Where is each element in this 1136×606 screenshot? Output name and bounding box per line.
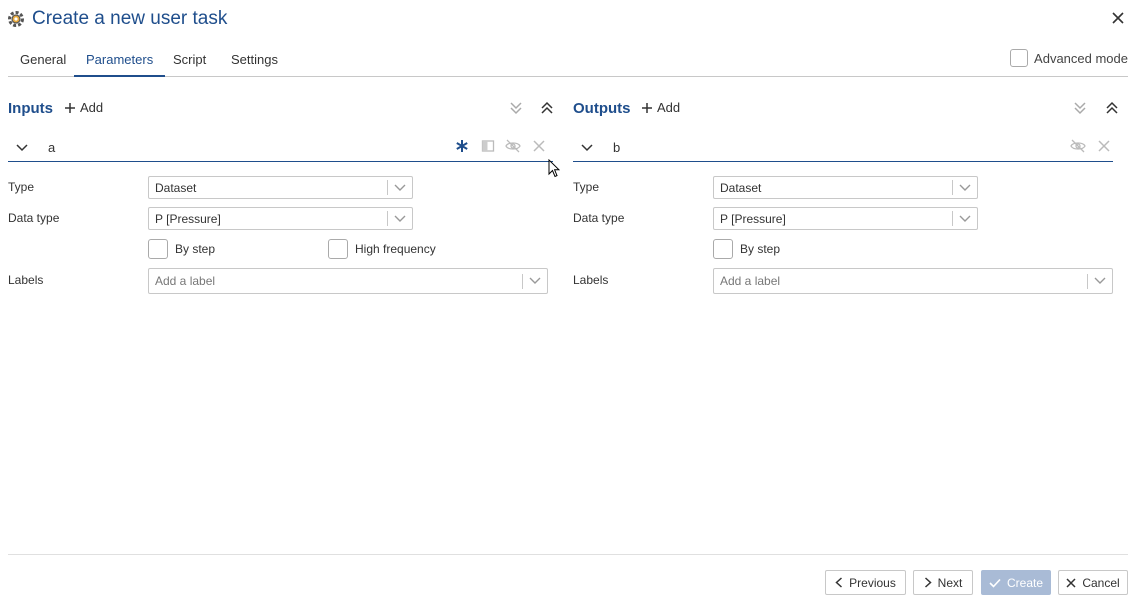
eye-slash-icon[interactable] <box>503 136 523 156</box>
advanced-mode-checkbox[interactable] <box>1010 49 1029 67</box>
output-datatype-label: Data type <box>573 211 625 225</box>
chevron-right-icon <box>924 577 932 588</box>
chevron-down-icon <box>953 184 977 192</box>
footer-divider <box>8 554 1128 555</box>
close-icon <box>1066 577 1076 588</box>
output-labels-label: Labels <box>573 273 609 287</box>
chevron-down-icon <box>388 215 412 223</box>
input-datatype-select[interactable]: P [Pressure] <box>148 207 413 230</box>
next-button[interactable]: Next <box>913 570 973 595</box>
next-label: Next <box>937 575 963 590</box>
chevron-down-icon <box>16 144 28 152</box>
double-chevron-down-icon <box>510 102 522 115</box>
output-param-header[interactable]: b <box>573 135 1113 162</box>
tab-parameters[interactable]: Parameters <box>74 48 166 77</box>
input-high-frequency-checkbox[interactable]: High frequency <box>328 239 436 259</box>
input-by-step-checkbox[interactable]: By step <box>148 239 215 259</box>
mouse-cursor-icon <box>548 158 561 181</box>
outputs-title: Outputs <box>573 100 631 117</box>
add-output-label: Add <box>657 100 681 115</box>
task-gear-icon <box>7 10 25 28</box>
create-button[interactable]: Create <box>981 570 1051 595</box>
double-chevron-up-icon <box>1106 101 1118 114</box>
input-labels-select[interactable]: Add a label <box>148 268 548 294</box>
expand-all-inputs-button[interactable] <box>506 98 526 118</box>
add-input-button[interactable]: Add <box>64 100 103 115</box>
chevron-down-icon <box>953 215 977 223</box>
chevron-down-icon <box>523 277 547 285</box>
input-datatype-value: P [Pressure] <box>155 211 221 226</box>
inputs-title: Inputs <box>8 100 53 117</box>
output-labels-select[interactable]: Add a label <box>713 268 1113 294</box>
advanced-mode-toggle[interactable]: Advanced mode <box>1010 49 1128 67</box>
collapse-all-outputs-button[interactable] <box>1102 98 1122 118</box>
input-type-select[interactable]: Dataset <box>148 176 413 199</box>
previous-button[interactable]: Previous <box>825 570 906 595</box>
input-type-value: Dataset <box>155 180 197 195</box>
double-chevron-down-icon <box>1074 102 1086 115</box>
required-asterisk-icon[interactable] <box>452 136 472 156</box>
close-dialog-button[interactable] <box>1108 8 1128 28</box>
tab-general[interactable]: General <box>20 48 66 75</box>
collapse-param-button[interactable] <box>12 137 32 157</box>
input-labels-label: Labels <box>8 273 44 287</box>
double-chevron-up-icon <box>541 101 553 114</box>
plus-icon <box>642 102 652 113</box>
input-type-label: Type <box>8 180 35 194</box>
output-by-step-label: By step <box>740 242 781 256</box>
input-param-name[interactable]: a <box>48 140 55 155</box>
collapse-param-button[interactable] <box>577 137 597 157</box>
cancel-button[interactable]: Cancel <box>1058 570 1128 595</box>
chevron-down-icon <box>1088 277 1112 285</box>
chevron-down-icon <box>388 184 412 192</box>
collapse-all-inputs-button[interactable] <box>537 98 557 118</box>
chevron-left-icon <box>835 577 843 588</box>
output-by-step-checkbox[interactable]: By step <box>713 239 780 259</box>
panel-toggle-icon[interactable] <box>478 136 498 156</box>
input-datatype-label: Data type <box>8 211 60 225</box>
add-output-button[interactable]: Add <box>641 100 680 115</box>
remove-param-icon[interactable] <box>1094 136 1114 156</box>
output-datatype-select[interactable]: P [Pressure] <box>713 207 978 230</box>
tab-script[interactable]: Script <box>173 48 206 75</box>
input-labels-placeholder: Add a label <box>155 274 216 288</box>
close-icon <box>1112 12 1124 24</box>
add-input-label: Add <box>80 100 104 115</box>
output-param-name[interactable]: b <box>613 140 620 155</box>
plus-icon <box>65 102 75 113</box>
output-type-value: Dataset <box>720 180 762 195</box>
input-by-step-label: By step <box>175 242 216 256</box>
output-datatype-value: P [Pressure] <box>720 211 786 226</box>
eye-slash-icon[interactable] <box>1068 136 1088 156</box>
expand-all-outputs-button[interactable] <box>1070 98 1090 118</box>
remove-param-icon[interactable] <box>529 136 549 156</box>
output-type-select[interactable]: Dataset <box>713 176 978 199</box>
output-labels-placeholder: Add a label <box>720 274 781 288</box>
input-param-header[interactable]: a <box>8 135 553 162</box>
create-label: Create <box>1006 575 1044 590</box>
input-high-frequency-label: High frequency <box>355 242 436 256</box>
cancel-label: Cancel <box>1082 575 1120 590</box>
chevron-down-icon <box>581 144 593 152</box>
check-icon <box>989 578 1001 588</box>
previous-label: Previous <box>849 575 896 590</box>
tab-settings[interactable]: Settings <box>231 48 278 75</box>
output-type-label: Type <box>573 180 600 194</box>
advanced-mode-label: Advanced mode <box>1034 50 1128 66</box>
tab-bar: General Parameters Script Settings <box>8 48 1128 77</box>
dialog-title: Create a new user task <box>32 8 228 29</box>
